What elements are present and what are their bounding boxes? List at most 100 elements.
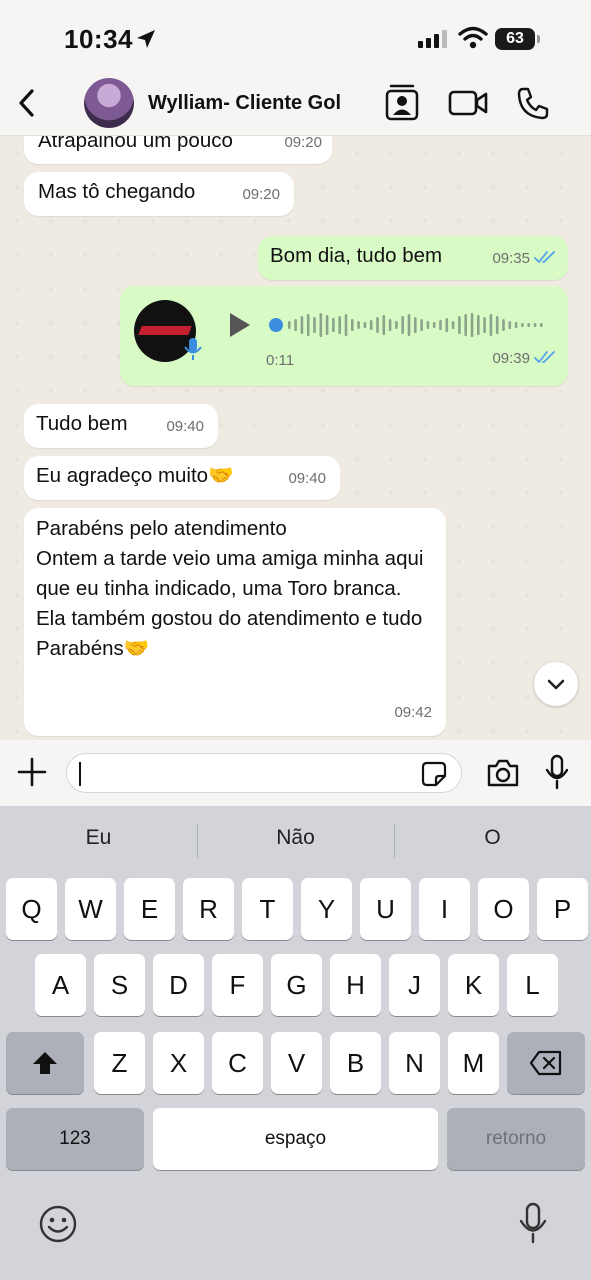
key-q[interactable]: Q — [6, 878, 57, 940]
key-p[interactable]: P — [537, 878, 588, 940]
scroll-to-bottom-button[interactable] — [534, 662, 578, 706]
key-e[interactable]: E — [124, 878, 175, 940]
voice-avatar-logo — [138, 326, 192, 335]
message-time: 09:39 — [492, 350, 530, 367]
key-x[interactable]: X — [153, 1032, 204, 1094]
message-bubble[interactable]: Eu agradeço muito🤝 09:40 — [24, 456, 340, 500]
voice-duration: 0:11 — [266, 352, 295, 369]
sticker-icon[interactable] — [421, 761, 447, 787]
key-g[interactable]: G — [271, 954, 322, 1016]
waveform-bar — [388, 319, 392, 331]
key-m[interactable]: M — [448, 1032, 499, 1094]
chat-area[interactable]: Atrapalhou um pouco 09:20 Mas tô chegand… — [0, 136, 591, 740]
message-input[interactable] — [66, 753, 462, 793]
key-j[interactable]: J — [389, 954, 440, 1016]
waveform-bar — [414, 317, 417, 333]
avatar[interactable] — [84, 78, 134, 128]
waveform-bar — [502, 319, 505, 331]
waveform-bar — [495, 316, 499, 334]
numbers-key[interactable]: 123 — [6, 1108, 144, 1170]
key-a[interactable]: A — [35, 954, 86, 1016]
waveform-playhead[interactable] — [269, 318, 283, 332]
key-y[interactable]: Y — [301, 878, 352, 940]
space-key[interactable]: espaço — [153, 1108, 438, 1170]
waveform-bar — [288, 321, 291, 329]
waveform-bar — [294, 319, 297, 331]
message-time: 09:20 — [284, 136, 322, 151]
return-key[interactable]: retorno — [447, 1108, 585, 1170]
message-text: Atrapalhou um pouco — [38, 136, 233, 152]
video-call-icon[interactable] — [448, 88, 488, 118]
message-composer — [0, 740, 591, 806]
key-t[interactable]: T — [242, 878, 293, 940]
backspace-icon — [529, 1050, 562, 1076]
waveform-bar — [458, 316, 461, 334]
key-u[interactable]: U — [360, 878, 411, 940]
contact-name[interactable]: Wylliam- Cliente Gol — [148, 92, 341, 115]
audio-waveform[interactable] — [268, 312, 552, 338]
contact-card-icon[interactable] — [384, 84, 420, 122]
key-r[interactable]: R — [183, 878, 234, 940]
suggestion-3[interactable]: O — [394, 826, 591, 850]
waveform-bar — [477, 315, 480, 335]
key-h[interactable]: H — [330, 954, 381, 1016]
key-k[interactable]: K — [448, 954, 499, 1016]
back-chevron-icon[interactable] — [14, 86, 40, 120]
message-text: Mas tô chegando — [38, 180, 196, 203]
key-d[interactable]: D — [153, 954, 204, 1016]
dictation-icon[interactable] — [518, 1202, 548, 1244]
waveform-bar — [439, 320, 442, 330]
message-time: 09:42 — [394, 704, 432, 721]
key-l[interactable]: L — [507, 954, 558, 1016]
message-text: Eu agradeço muito🤝 — [36, 464, 234, 487]
plus-icon[interactable] — [16, 756, 48, 788]
message-time: 09:40 — [288, 470, 326, 487]
backspace-key[interactable] — [507, 1032, 585, 1094]
voice-message-bubble[interactable]: 0:11 09:39 — [120, 286, 568, 386]
key-b[interactable]: B — [330, 1032, 381, 1094]
key-z[interactable]: Z — [94, 1032, 145, 1094]
mic-icon[interactable] — [544, 754, 570, 790]
waveform-bar — [369, 320, 373, 330]
battery-tip — [537, 35, 540, 43]
waveform-bar — [395, 321, 398, 329]
waveform-bar — [445, 318, 449, 332]
play-icon[interactable] — [224, 310, 254, 340]
status-bar: 10:34 63 — [0, 0, 591, 80]
message-text: Bom dia, tudo bem — [270, 244, 443, 267]
waveform-bar — [319, 313, 323, 337]
cellular-signal-icon — [418, 30, 447, 48]
message-bubble[interactable]: Parabéns pelo atendimento Ontem a tarde … — [24, 508, 446, 736]
read-ticks-icon — [534, 251, 555, 263]
waveform-bar — [420, 319, 423, 331]
key-c[interactable]: C — [212, 1032, 263, 1094]
emoji-icon[interactable] — [38, 1204, 78, 1244]
waveform-bar — [382, 315, 386, 335]
message-bubble-outgoing[interactable]: Bom dia, tudo bem 09:35 — [258, 236, 568, 280]
key-n[interactable]: N — [389, 1032, 440, 1094]
shift-key[interactable] — [6, 1032, 84, 1094]
message-bubble[interactable]: Atrapalhou um pouco 09:20 — [24, 136, 332, 164]
key-o[interactable]: O — [478, 878, 529, 940]
key-s[interactable]: S — [94, 954, 145, 1016]
suggestion-1[interactable]: Eu — [0, 826, 197, 850]
key-f[interactable]: F — [212, 954, 263, 1016]
waveform-bar — [508, 321, 512, 329]
waveform-bar — [363, 322, 367, 328]
key-v[interactable]: V — [271, 1032, 322, 1094]
text-caret — [79, 762, 81, 786]
suggestion-2[interactable]: Não — [197, 826, 394, 850]
camera-icon[interactable] — [486, 758, 520, 788]
key-i[interactable]: I — [419, 878, 470, 940]
key-w[interactable]: W — [65, 878, 116, 940]
mic-badge-icon — [184, 338, 202, 360]
shift-icon — [33, 1052, 57, 1074]
waveform-bar — [313, 317, 316, 333]
waveform-bar — [470, 313, 474, 337]
message-bubble[interactable]: Tudo bem 09:40 — [24, 404, 218, 448]
waveform-bar — [351, 319, 354, 331]
waveform-bar — [464, 314, 467, 336]
phone-call-icon[interactable] — [516, 86, 550, 120]
message-bubble[interactable]: Mas tô chegando 09:20 — [24, 172, 294, 216]
waveform-bar — [533, 323, 537, 327]
